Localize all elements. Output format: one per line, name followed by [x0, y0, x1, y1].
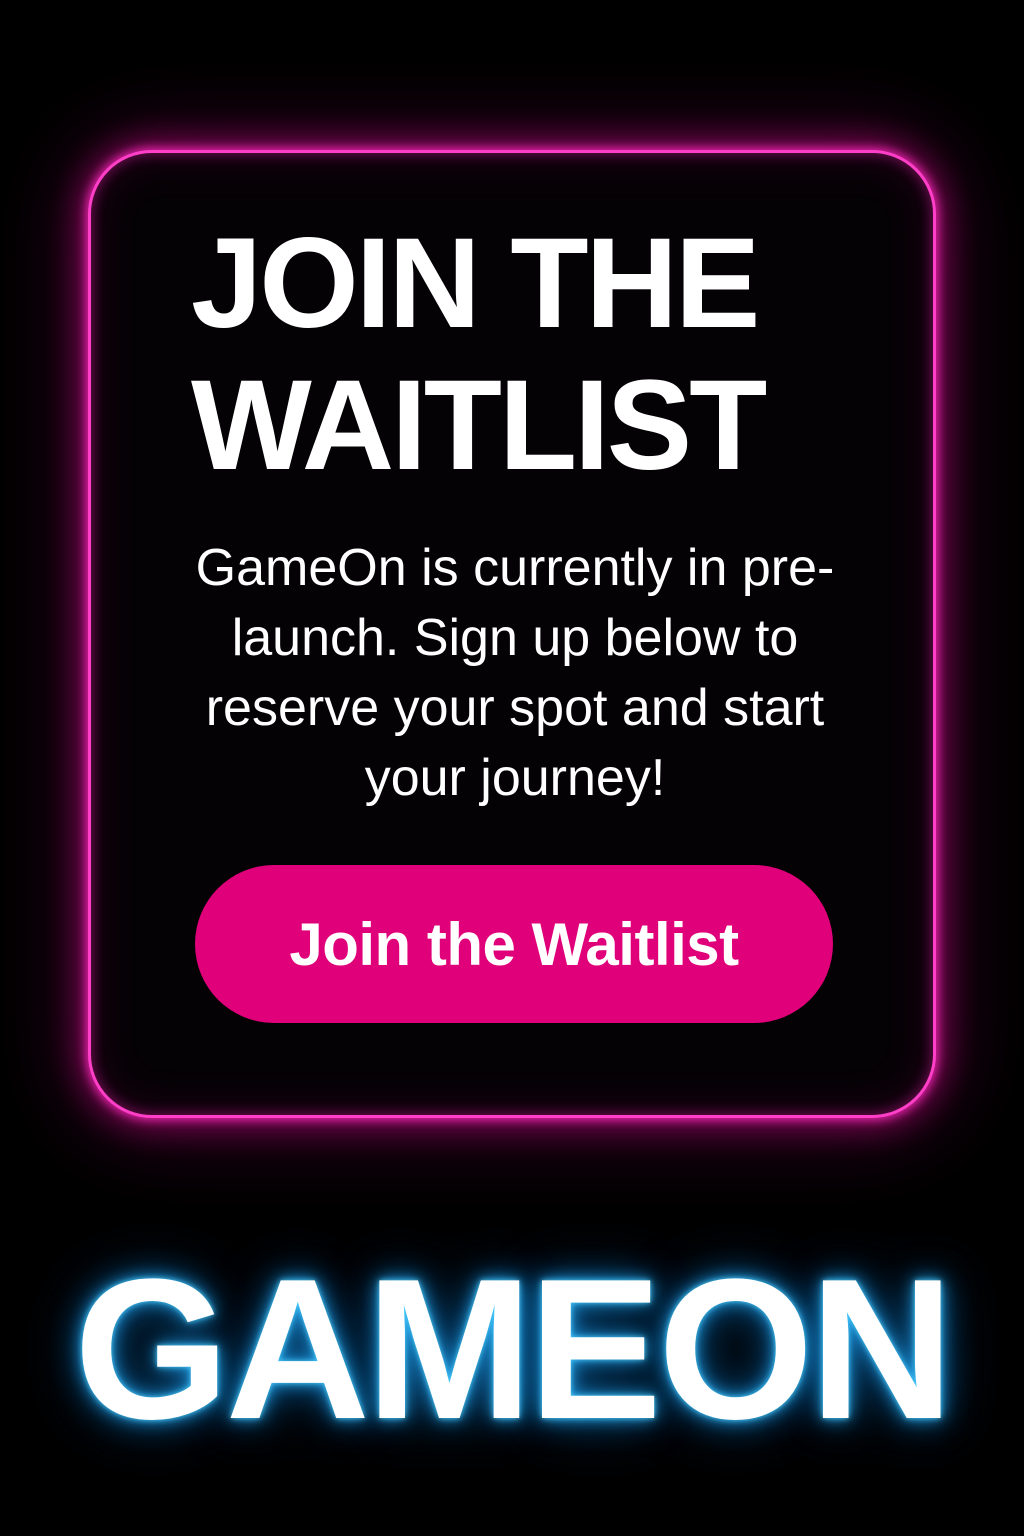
join-waitlist-button[interactable]: Join the Waitlist [195, 865, 833, 1023]
waitlist-card: JOIN THE WAITLIST GameOn is currently in… [88, 150, 936, 1118]
gameon-logo: GAMEON [74, 1238, 954, 1461]
waitlist-headline: JOIN THE WAITLIST [191, 213, 831, 497]
headline-line-1: JOIN THE [191, 212, 760, 355]
headline-line-2: WAITLIST [191, 354, 767, 497]
waitlist-description: GameOn is currently in pre-launch. Sign … [195, 539, 835, 807]
